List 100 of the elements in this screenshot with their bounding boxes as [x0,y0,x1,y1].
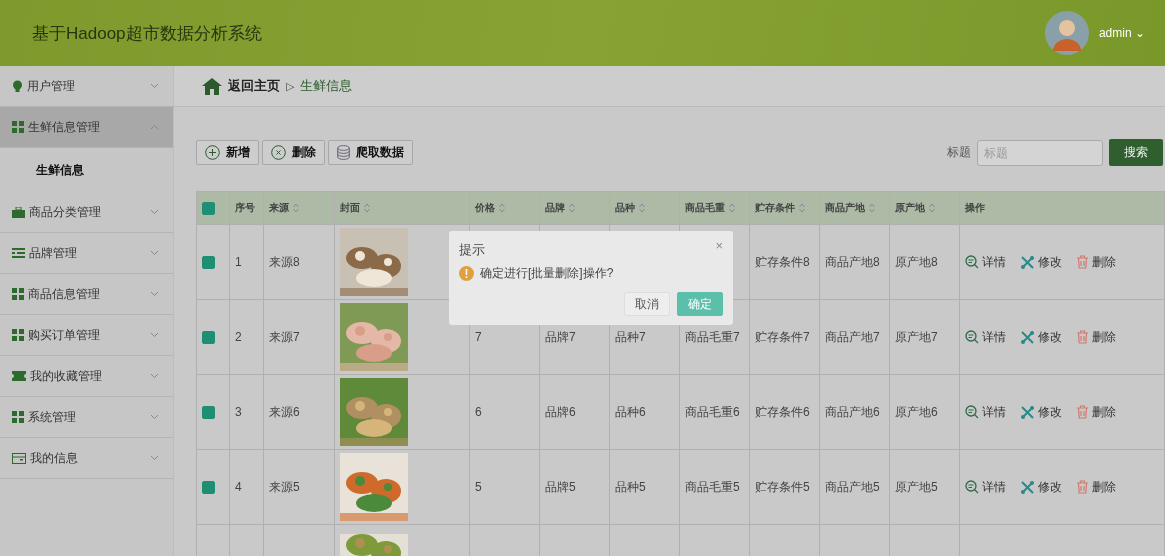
trash-icon [1076,255,1089,269]
grid-icon [12,329,24,341]
table-cell: 商品产地8 [825,253,880,271]
chevron-icon [150,373,159,379]
table-cell: 品牌6 [545,403,576,421]
table-cell: 7 [475,330,482,344]
table-cell: 来源7 [269,328,300,346]
sort-icon[interactable] [639,203,645,213]
delete-link[interactable]: 删除 [1076,253,1116,271]
column-header: 序号 [235,201,255,215]
table-cell: 来源5 [269,478,300,496]
table-cell: 商品产地5 [825,478,880,496]
sort-icon[interactable] [799,203,805,213]
edit-link[interactable]: 修改 [1020,328,1062,346]
chevron-icon [150,414,159,420]
search-icon [965,480,979,494]
breadcrumb-current: 生鲜信息 [300,77,353,95]
cancel-button[interactable]: 取消 [624,292,670,316]
trash-icon [1076,405,1089,419]
grid-icon [12,288,24,300]
delete-link[interactable]: 删除 [1076,328,1116,346]
details-link[interactable]: 详情 [965,478,1006,496]
sidebar-item[interactable]: 我的信息 [0,438,173,479]
column-header: 商品毛重 [685,201,725,215]
edit-link[interactable]: 修改 [1020,478,1062,496]
sort-icon[interactable] [869,203,875,213]
table-cell: 品种5 [615,478,646,496]
table-cell: 原产地6 [895,403,938,421]
app-title: 基于Hadoop超市数据分析系统 [32,22,262,45]
dialog-message: 确定进行[批量删除]操作? [480,265,614,282]
table-cell: 原产地5 [895,478,938,496]
sidebar-item[interactable]: 购买订单管理 [0,315,173,356]
table-cell: 商品产地6 [825,403,880,421]
details-link[interactable]: 详情 [965,253,1006,271]
sidebar-item[interactable]: 商品分类管理 [0,192,173,233]
column-header: 来源 [269,201,289,215]
table-cell: 品种6 [615,403,646,421]
select-all-checkbox[interactable] [202,201,215,215]
sidebar-item[interactable]: 生鲜信息管理 [0,107,173,148]
ticket-icon [12,371,26,381]
sidebar-item[interactable]: 我的收藏管理 [0,356,173,397]
details-link[interactable]: 详情 [965,403,1006,421]
column-header: 品牌 [545,201,565,215]
edit-link[interactable]: 修改 [1020,403,1062,421]
search-icon [965,330,979,344]
table-cell: 贮存条件5 [755,478,810,496]
sort-icon[interactable] [364,203,370,213]
table-cell: 1 [235,255,242,269]
search-button[interactable]: 搜索 [1109,139,1163,166]
table-cell: 品牌7 [545,328,576,346]
grid-icon [12,121,24,133]
table-cell: 5 [475,480,482,494]
add-button[interactable]: 新增 [196,140,259,165]
grid-icon [12,411,24,423]
home-icon[interactable] [202,77,222,95]
row-checkbox[interactable] [202,405,215,419]
table-cell: 商品毛重7 [685,328,740,346]
delete-link[interactable]: 删除 [1076,478,1116,496]
plus-circle-icon [205,145,220,160]
column-header: 封面 [340,201,360,215]
delete-link[interactable]: 删除 [1076,403,1116,421]
chevron-icon [150,332,159,338]
breadcrumb-separator: ▷ [286,79,295,93]
crawl-button[interactable]: 爬取数据 [328,140,413,165]
trash-icon [1076,330,1089,344]
column-header: 价格 [475,201,495,215]
warning-icon [459,266,474,281]
table-cell: 3 [235,405,242,419]
row-checkbox[interactable] [202,255,215,269]
sidebar-item[interactable]: 商品信息管理 [0,274,173,315]
table-cell: 原产地8 [895,253,938,271]
avatar[interactable] [1044,11,1089,55]
table-cell: 6 [475,405,482,419]
row-checkbox[interactable] [202,330,215,344]
table-cell: 品牌5 [545,478,576,496]
chevron-icon [150,83,159,89]
table-cell: 品种7 [615,328,646,346]
search-label: 标题 [947,144,971,161]
sort-icon[interactable] [499,203,505,213]
edit-link[interactable]: 修改 [1020,253,1062,271]
card-icon [12,452,26,464]
sidebar-item[interactable]: 品牌管理 [0,233,173,274]
sort-icon[interactable] [569,203,575,213]
sort-icon[interactable] [293,203,299,213]
row-checkbox[interactable] [202,480,215,494]
sidebar-item[interactable]: 系统管理 [0,397,173,438]
chevron-icon [150,209,159,215]
trash-icon [1076,480,1089,494]
table-cell: 来源6 [269,403,300,421]
details-link[interactable]: 详情 [965,328,1006,346]
database-icon [337,145,350,160]
breadcrumb-link[interactable]: 返回主页 [228,77,280,95]
tools-icon [1020,329,1035,345]
delete-button[interactable]: 删除 [262,140,325,165]
list-icon [12,248,25,258]
table-cell: 来源8 [269,253,300,271]
sidebar-subitem[interactable]: 生鲜信息 [0,148,173,192]
table-cell: 商品毛重6 [685,403,740,421]
sort-icon[interactable] [729,203,735,213]
sort-icon[interactable] [929,203,935,213]
